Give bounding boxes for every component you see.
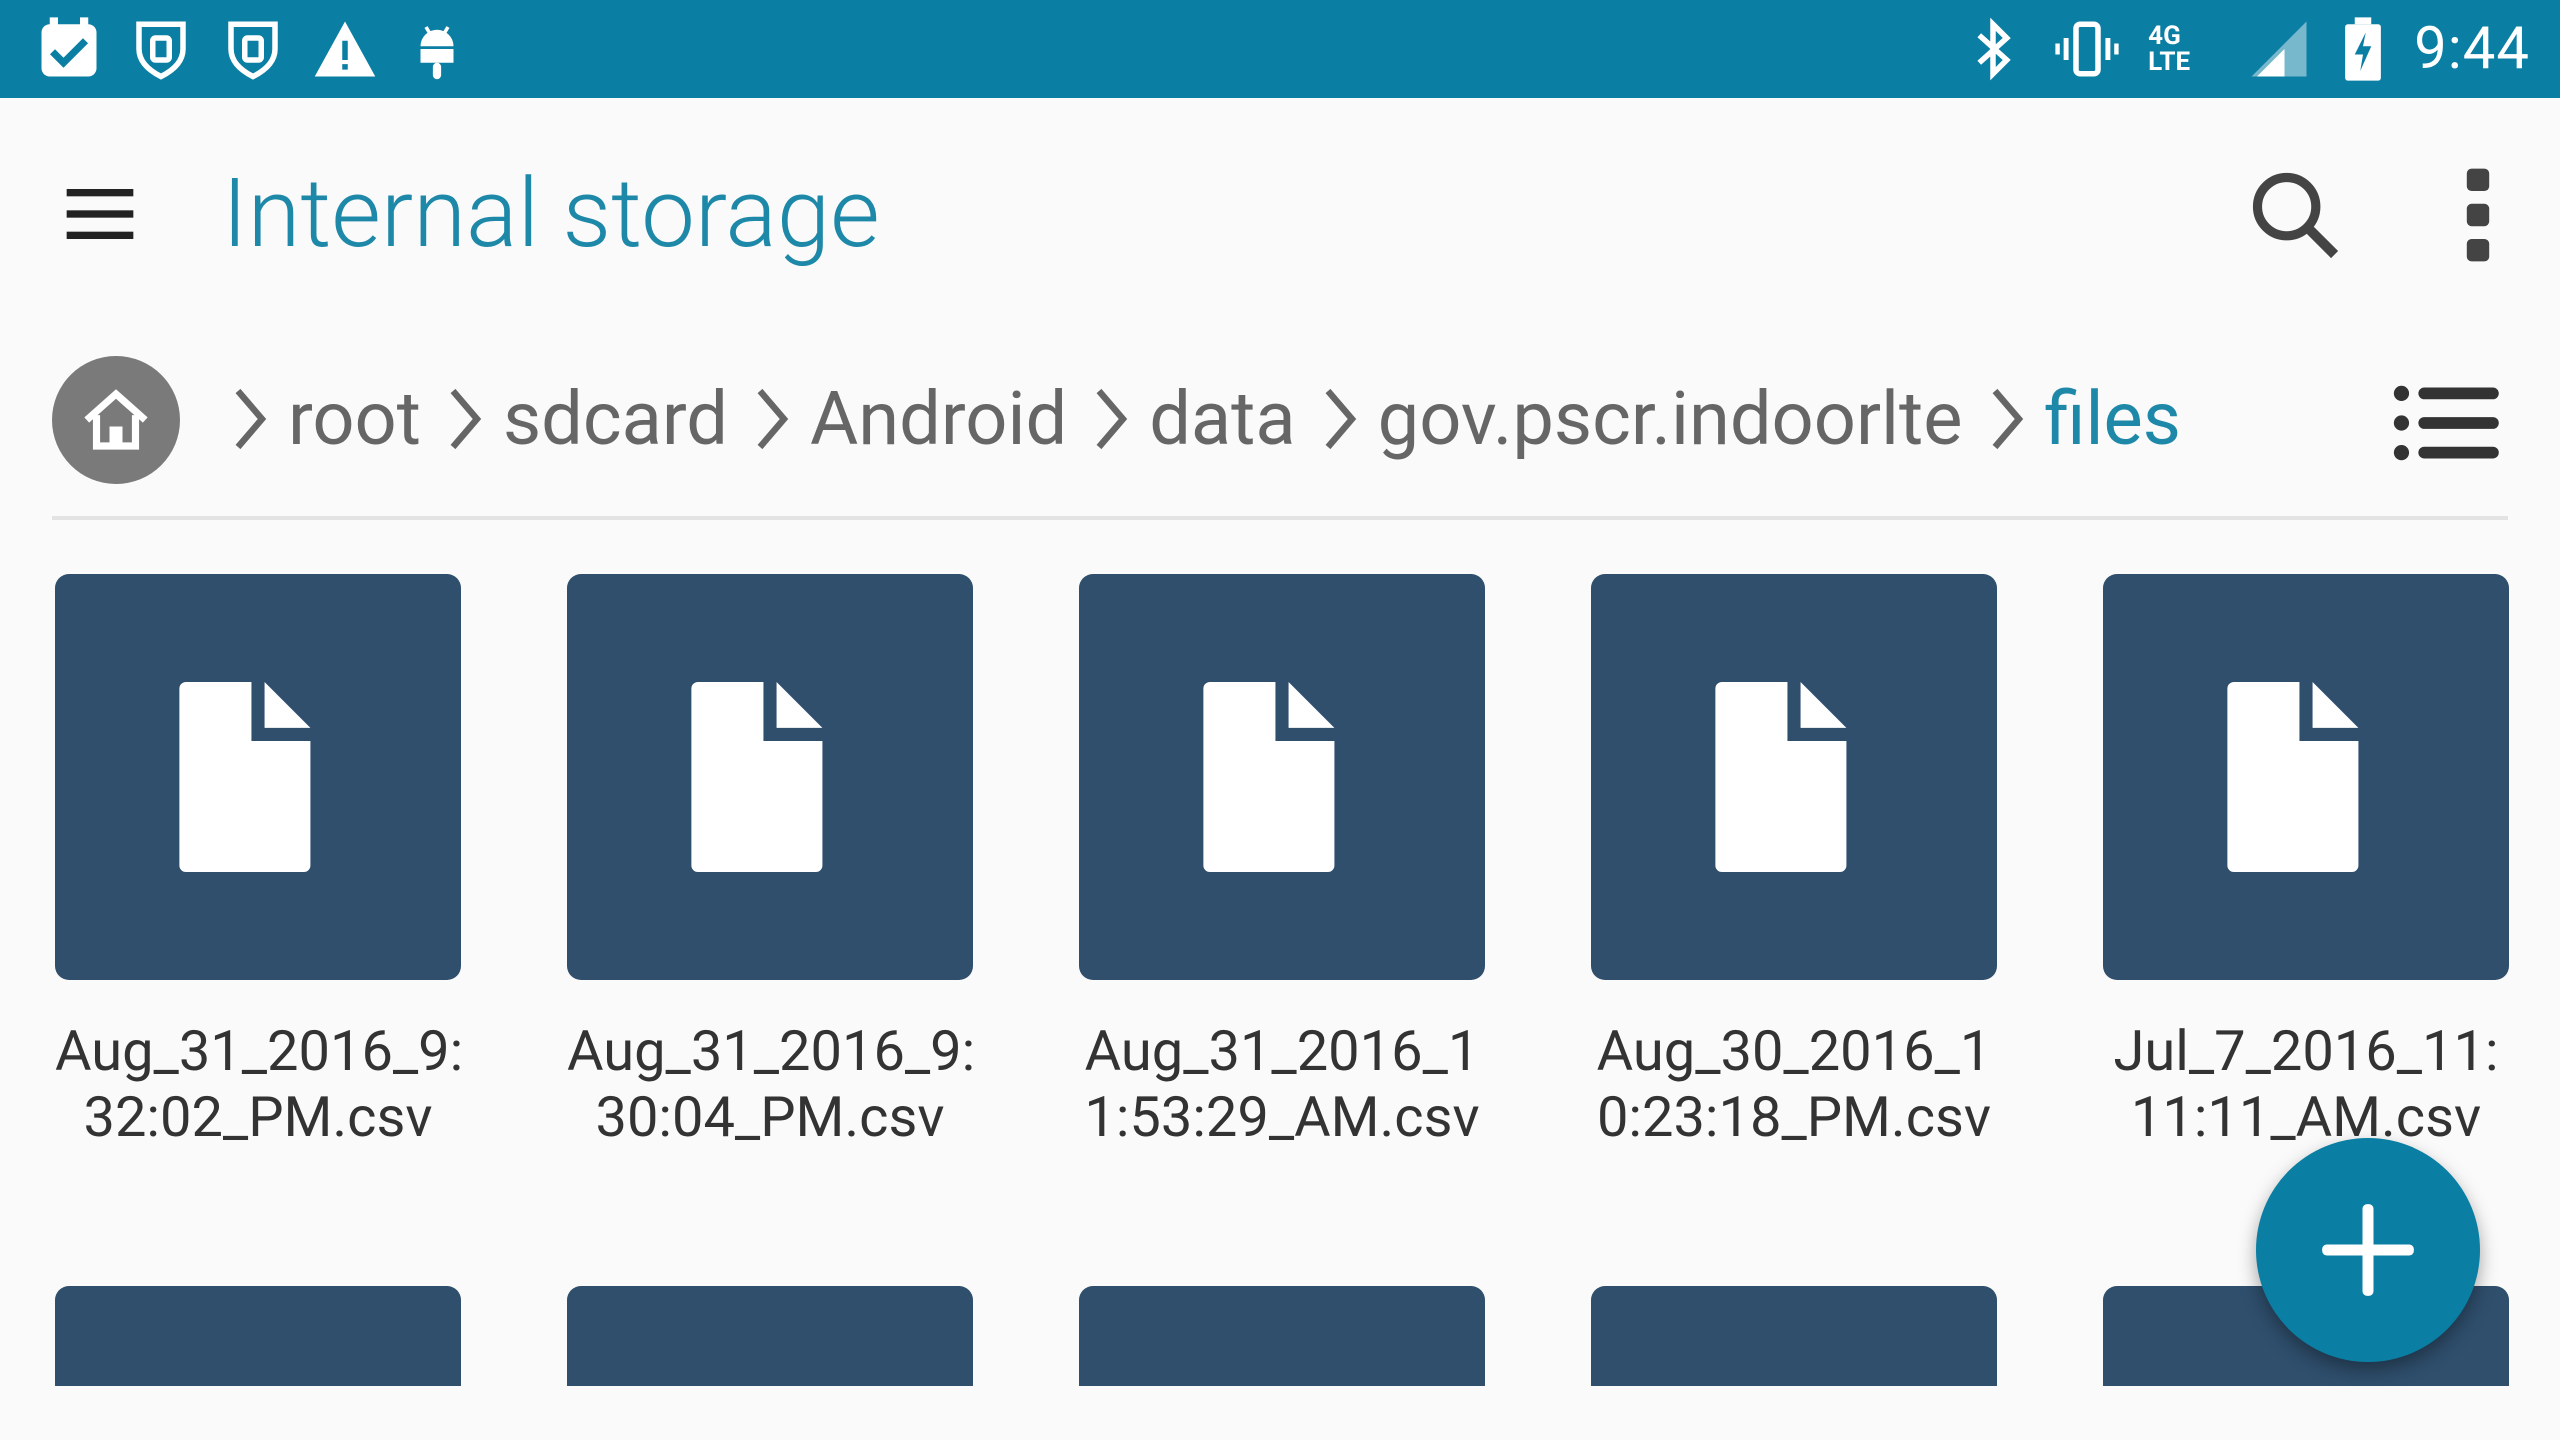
- breadcrumb-label: files: [2044, 375, 2181, 463]
- breadcrumb-item[interactable]: gov.pscr.indoorlte: [1318, 376, 1985, 463]
- file-thumbnail[interactable]: [55, 1286, 461, 1386]
- file-thumbnail[interactable]: [1079, 574, 1485, 980]
- file-thumbnail[interactable]: [567, 1286, 973, 1386]
- file-tile[interactable]: Aug_31_2016_9: 30:04_PM.csv: [567, 574, 976, 1150]
- chevron-right-icon: [235, 388, 267, 450]
- breadcrumb-item[interactable]: files: [1985, 376, 2203, 463]
- breadcrumb-item[interactable]: sdcard: [443, 376, 750, 463]
- file-tile[interactable]: [1079, 1286, 1485, 1386]
- file-icon: [179, 682, 311, 872]
- bluetooth-icon: [1960, 16, 2026, 82]
- hamburger-icon: [66, 189, 134, 239]
- warning-icon: [312, 16, 378, 82]
- add-fab-button[interactable]: [2256, 1138, 2480, 1362]
- home-icon: [84, 389, 148, 450]
- file-tile[interactable]: [1591, 1286, 1997, 1386]
- chevron-right-icon: [1325, 388, 1356, 450]
- file-tile[interactable]: Aug_30_2016_1 0:23:18_PM.csv: [1591, 574, 1997, 1150]
- page-title: Internal storage: [222, 158, 880, 270]
- more-vert-icon: [2466, 168, 2490, 262]
- file-thumbnail[interactable]: [1591, 574, 1997, 980]
- system-icons: 4G LTE 9:44: [1960, 12, 2530, 86]
- file-name: Aug_31_2016_9: 30:04_PM.csv: [567, 1018, 976, 1150]
- shield-icon: [220, 16, 286, 82]
- file-tile[interactable]: [55, 1286, 461, 1386]
- lte-indicator: 4G LTE: [2148, 16, 2218, 82]
- breadcrumb-label: data: [1149, 375, 1296, 463]
- plus-icon: [2322, 1204, 2414, 1296]
- home-button[interactable]: [52, 356, 180, 484]
- file-tile[interactable]: Jul_7_2016_11: 11:11_AM.csv: [2103, 574, 2509, 1150]
- breadcrumb-item[interactable]: Android: [750, 376, 1089, 463]
- android-icon: [404, 16, 470, 82]
- app-bar: Internal storage: [0, 98, 2560, 322]
- overflow-menu-button[interactable]: [2448, 160, 2508, 270]
- network-type-label: 4G LTE: [2148, 21, 2191, 77]
- file-thumbnail[interactable]: [1591, 1286, 1997, 1386]
- file-icon: [1715, 682, 1847, 872]
- file-icon: [691, 682, 823, 872]
- list-view-toggle[interactable]: [2388, 368, 2508, 478]
- clock: 9:44: [2414, 15, 2530, 83]
- breadcrumb-label: Android: [810, 375, 1068, 463]
- chevron-right-icon: [1992, 388, 2023, 450]
- file-thumbnail[interactable]: [55, 574, 461, 980]
- chevron-right-icon: [757, 388, 789, 450]
- status-bar: 4G LTE 9:44: [0, 0, 2560, 98]
- divider: [52, 516, 2508, 520]
- breadcrumb-label: sdcard: [502, 375, 729, 463]
- file-tile[interactable]: [567, 1286, 973, 1386]
- breadcrumb: root sdcard Android data gov.pscr.indoorlte f…: [52, 348, 2508, 496]
- file-thumbnail[interactable]: [2103, 574, 2509, 980]
- notification-icons: [36, 14, 470, 84]
- breadcrumb-label: gov.pscr.indoorlte: [1377, 375, 1963, 463]
- file-tile[interactable]: Aug_31_2016_1 1:53:29_AM.csv: [1079, 574, 1485, 1150]
- breadcrumb-path: root sdcard Android data gov.pscr.indoorlte f…: [228, 364, 2203, 474]
- list-view-icon: [2393, 385, 2499, 461]
- file-name: Jul_7_2016_11: 11:11_AM.csv: [2113, 1018, 2499, 1150]
- file-icon: [1203, 682, 1335, 872]
- chevron-right-icon: [1096, 388, 1128, 450]
- file-tile[interactable]: Aug_31_2016_9: 32:02_PM.csv: [55, 574, 464, 1150]
- search-icon: [2252, 172, 2339, 259]
- file-thumbnail[interactable]: [1079, 1286, 1485, 1386]
- breadcrumb-item[interactable]: data: [1089, 376, 1317, 463]
- file-name: Aug_31_2016_9: 32:02_PM.csv: [55, 1018, 464, 1150]
- search-button[interactable]: [2240, 160, 2350, 270]
- breadcrumb-label: root: [288, 375, 421, 463]
- vibrate-icon: [2054, 16, 2120, 82]
- shield-icon: [128, 16, 194, 82]
- file-thumbnail[interactable]: [567, 574, 973, 980]
- file-name: Aug_30_2016_1 0:23:18_PM.csv: [1596, 1018, 1992, 1150]
- battery-charging-icon: [2340, 16, 2386, 82]
- file-icon: [2227, 682, 2359, 872]
- menu-button[interactable]: [56, 170, 144, 258]
- signal-icon: [2246, 16, 2312, 82]
- chevron-right-icon: [450, 388, 482, 450]
- task-check-icon: [36, 16, 102, 82]
- breadcrumb-item[interactable]: root: [228, 376, 443, 463]
- file-name: Aug_31_2016_1 1:53:29_AM.csv: [1084, 1018, 1480, 1150]
